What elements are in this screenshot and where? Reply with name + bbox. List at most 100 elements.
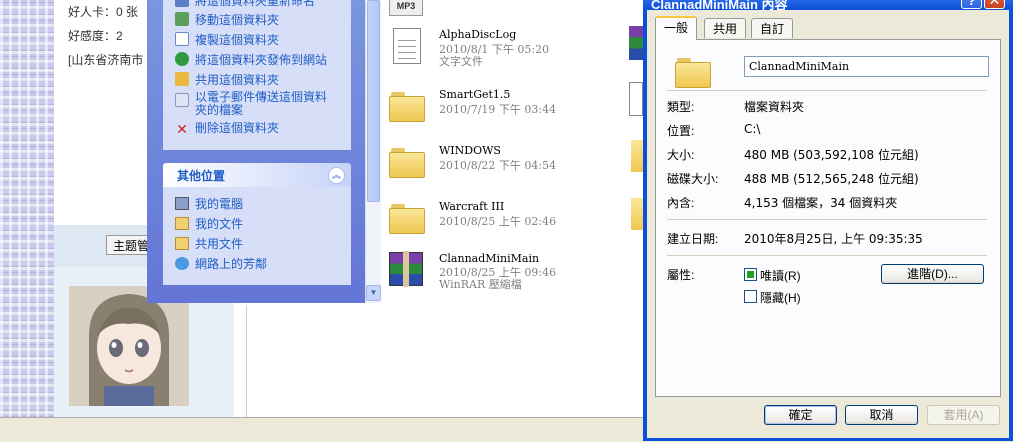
size-on-disk-value: 488 MB (512,565,248 位元組) (744, 172, 919, 186)
place-label: 網路上的芳鄰 (195, 257, 268, 271)
file-type: WinRAR 壓縮檔 (439, 278, 522, 291)
close-icon[interactable]: ✕ (984, 0, 1005, 9)
type-label: 類型: (667, 100, 695, 114)
task-move-folder[interactable]: 移動這個資料夾 (175, 11, 279, 29)
profile-good-card: 好人卡：0 张 (68, 5, 139, 19)
attributes-label: 屬性: (667, 268, 695, 282)
shared-documents-icon (175, 237, 189, 250)
ok-button[interactable]: 確定 (764, 405, 837, 425)
share-icon (175, 72, 189, 86)
hidden-label[interactable]: 隱藏(H) (760, 289, 801, 306)
my-computer-icon (175, 197, 189, 210)
folder-icon (675, 54, 711, 88)
task-pane: 將這個資料夾重新命名 移動這個資料夾 複製這個資料夾 將這個資料夾發佈到網站 共… (147, 0, 365, 303)
file-item-alphadisclog[interactable]: AlphaDiscLog 2010/8/1 下午 05:20 文字文件 (389, 28, 589, 76)
task-delete-folder[interactable]: ✕ 刪除這個資料夾 (175, 119, 279, 137)
file-date: 2010/8/25 上午 02:46 (439, 215, 557, 228)
chevron-up-icon[interactable]: ︽ (328, 167, 345, 184)
size-label: 大小: (667, 148, 695, 162)
dialog-title-bar[interactable]: ClannadMiniMain 內容 ? ✕ (643, 0, 1013, 10)
delete-icon: ✕ (176, 121, 188, 137)
file-name: SmartGet1.5 (439, 88, 511, 101)
file-name: WINDOWS (439, 144, 501, 157)
task-label: 複製這個資料夾 (195, 33, 280, 47)
file-item-smartget[interactable]: SmartGet1.5 2010/7/19 下午 03:44 (389, 88, 589, 136)
task-label: 移動這個資料夾 (195, 13, 280, 27)
publish-icon (175, 52, 189, 66)
task-label: 共用這個資料夾 (195, 73, 280, 87)
readonly-label[interactable]: 唯讀(R) (760, 267, 801, 284)
dialog-title: ClannadMiniMain 內容 (651, 0, 788, 10)
help-icon[interactable]: ? (961, 0, 982, 9)
anime-girl-avatar (69, 286, 189, 406)
profile-location: [山东省济南市 (68, 53, 144, 67)
tab-sharing[interactable]: 共用 (704, 18, 747, 38)
task-share-folder[interactable]: 共用這個資料夾 (175, 71, 279, 89)
profile-affection: 好感度：2 (68, 29, 123, 43)
location-label: 位置: (667, 124, 695, 138)
file-item-warcraft[interactable]: Warcraft III 2010/8/25 上午 02:46 (389, 200, 589, 248)
tab-general[interactable]: 一般 (655, 16, 698, 40)
apply-button[interactable]: 套用(A) (927, 405, 1000, 425)
text-document-icon (393, 28, 421, 64)
folder-icon (389, 88, 425, 122)
task-copy-folder[interactable]: 複製這個資料夾 (175, 31, 279, 49)
cancel-button[interactable]: 取消 (845, 405, 918, 425)
plaid-background (0, 0, 54, 441)
folder-name-field[interactable]: ClannadMiniMain (744, 56, 989, 77)
dialog-body: 一般 共用 自訂 ClannadMiniMain 類型: 檔案資料夾 位置: C… (647, 10, 1009, 438)
size-value: 480 MB (503,592,108 位元組) (744, 148, 919, 162)
general-tab-panel (655, 39, 1001, 397)
properties-dialog: ClannadMiniMain 內容 ? ✕ 一般 共用 自訂 ClannadM… (643, 0, 1013, 441)
file-date: 2010/8/22 下午 04:54 (439, 159, 557, 172)
tab-customize[interactable]: 自訂 (751, 18, 794, 38)
winrar-archive-icon (389, 251, 423, 287)
folder-icon (389, 144, 425, 178)
network-icon (175, 257, 189, 270)
scroll-down-arrow-icon[interactable]: ▼ (366, 285, 381, 301)
file-date: 2010/7/19 下午 03:44 (439, 103, 557, 116)
type-value: 檔案資料夾 (744, 100, 805, 114)
file-type: 文字文件 (439, 55, 483, 68)
email-icon (175, 93, 189, 107)
file-item-windows[interactable]: WINDOWS 2010/8/22 下午 04:54 (389, 144, 589, 192)
document-icon[interactable] (629, 82, 643, 116)
other-places-header[interactable]: 其他位置 ︽ (163, 163, 351, 187)
place-shared-documents[interactable]: 共用文件 (175, 235, 243, 253)
file-item-clannadminimain[interactable]: ClannadMiniMain 2010/8/25 上午 09:46 WinRA… (389, 251, 589, 300)
place-label: 共用文件 (195, 237, 244, 251)
winrar-archive-icon[interactable] (629, 26, 643, 60)
task-label: 將這個資料夾發佈到網站 (195, 53, 328, 67)
task-rename-folder[interactable]: 將這個資料夾重新命名 (175, 0, 315, 10)
other-places-title: 其他位置 (177, 169, 226, 183)
readonly-checkbox[interactable] (744, 268, 757, 281)
place-my-documents[interactable]: 我的文件 (175, 215, 243, 233)
created-value: 2010年8月25日, 上午 09:35:35 (744, 232, 923, 246)
task-label: 以電子郵件傳送這個資料夾的檔案 (195, 90, 328, 117)
task-label: 刪除這個資料夾 (195, 121, 280, 135)
other-places-box: 我的電腦 我的文件 共用文件 網路上的芳鄰 (163, 187, 351, 285)
place-label: 我的電腦 (195, 197, 244, 211)
place-my-computer[interactable]: 我的電腦 (175, 195, 243, 213)
separator (667, 255, 987, 256)
explorer-window: 將這個資料夾重新命名 移動這個資料夾 複製這個資料夾 將這個資料夾發佈到網站 共… (147, 0, 647, 303)
place-network[interactable]: 網路上的芳鄰 (175, 255, 267, 273)
size-on-disk-label: 磁碟大小: (667, 172, 719, 186)
advanced-button[interactable]: 進階(D)... (881, 264, 984, 284)
separator (667, 90, 987, 91)
mp3-file-icon[interactable]: MP3 (389, 0, 423, 16)
scrollbar-thumb[interactable] (367, 0, 380, 202)
contains-label: 內含: (667, 196, 695, 210)
task-label: 將這個資料夾重新命名 (195, 0, 316, 8)
task-email-folder[interactable]: 以電子郵件傳送這個資料夾的檔案 (175, 91, 335, 117)
rename-icon (175, 0, 189, 7)
avatar-drawing (69, 286, 189, 406)
my-documents-icon (175, 217, 189, 230)
folder-tasks-box: 將這個資料夾重新命名 移動這個資料夾 複製這個資料夾 將這個資料夾發佈到網站 共… (163, 0, 351, 150)
hidden-checkbox[interactable] (744, 290, 757, 303)
location-value: C:\ (744, 122, 761, 136)
task-publish-folder[interactable]: 將這個資料夾發佈到網站 (175, 51, 327, 69)
mp3-label: MP3 (396, 1, 416, 11)
separator (667, 219, 987, 220)
file-name: AlphaDiscLog (439, 28, 517, 41)
